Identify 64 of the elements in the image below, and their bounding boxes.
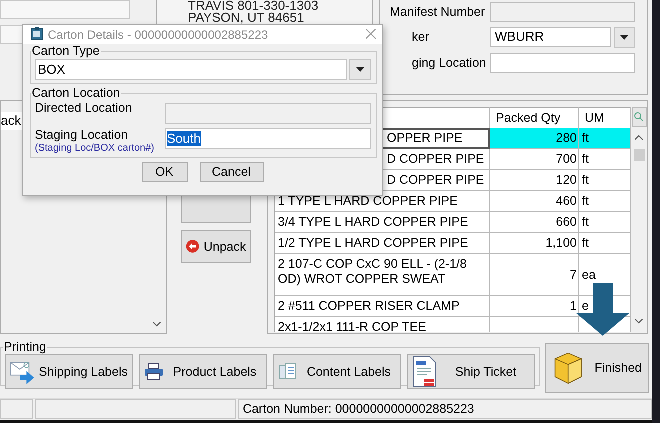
status-segment — [0, 399, 33, 419]
table-cell: 660 — [490, 212, 579, 233]
ok-button[interactable]: OK — [142, 162, 188, 182]
field-hint: (Staging Loc/BOX carton#) — [35, 143, 156, 154]
table-cell: 1 — [490, 296, 579, 317]
down-arrow — [576, 283, 630, 336]
scroll-down-icon[interactable] — [153, 322, 162, 327]
table-cell: ft — [579, 128, 631, 149]
form-icon — [412, 356, 438, 388]
field-label: Staging Location — [35, 128, 130, 143]
printer-icon — [144, 362, 164, 380]
app-icon — [31, 26, 43, 40]
table-cell: ft — [579, 212, 631, 233]
table-cell: 2 #511 COPPER RISER CLAMP — [275, 296, 490, 317]
group-title: Carton Location — [31, 86, 122, 100]
table-cell: 460 — [490, 191, 579, 212]
scroll-up-icon[interactable] — [635, 134, 643, 140]
finished-button[interactable]: Finished — [545, 343, 649, 393]
staging-location-field[interactable] — [490, 53, 635, 73]
table-cell: 700 — [490, 149, 579, 170]
field-value: South — [167, 131, 201, 146]
table-cell: 120 — [490, 170, 579, 191]
scroll-down-icon[interactable] — [635, 318, 643, 324]
field-label: Directed Location — [35, 101, 134, 115]
staging-location-field[interactable]: South — [165, 128, 371, 149]
pack-tab[interactable]: ack — [1, 112, 23, 130]
document-icon — [278, 362, 298, 382]
column-header[interactable]: Packed Qty — [490, 107, 579, 130]
field-label: ker — [411, 29, 430, 46]
table-cell: 1,100 — [490, 233, 579, 254]
group-title: Carton Type — [31, 44, 101, 58]
unpack-button[interactable]: Unpack — [181, 230, 252, 263]
print-button[interactable]: Ship Ticket — [407, 354, 535, 389]
column-header[interactable]: UM — [579, 107, 631, 130]
carton-type-dropdown[interactable]: BOX — [35, 59, 347, 80]
field-label: Manifest Number — [390, 4, 486, 21]
print-button[interactable]: Shipping Labels — [5, 354, 133, 389]
input-field[interactable] — [0, 0, 130, 19]
caret-icon — [356, 67, 364, 72]
table-cell: 3/4 TYPE L HARD COPPER PIPE — [275, 212, 490, 233]
table-cell: 1/2 TYPE L HARD COPPER PIPE — [275, 233, 490, 254]
address-line: TRAVIS 801-330-1303 — [188, 0, 320, 12]
table-cell: 2 107-C COP CxC 90 ELL - (2-1/8 OD) WROT COPPER SWEAT — [275, 254, 490, 296]
dialog-title: Carton Details - 00000000000002885223 — [48, 28, 270, 42]
scroll-thumb[interactable] — [634, 149, 644, 161]
table-cell: ft — [579, 149, 631, 170]
table-cell: 7 — [490, 254, 579, 296]
search-button[interactable] — [632, 107, 646, 127]
caret-icon — [620, 35, 629, 40]
field-label: ging Location — [411, 55, 488, 72]
table-cell: ft — [579, 191, 631, 212]
address-line: PAYSON, UT 84651 — [188, 12, 304, 24]
table-cell: ft — [579, 170, 631, 191]
search-icon — [634, 112, 644, 122]
dropdown-button[interactable] — [614, 27, 635, 48]
carton-number-status: Carton Number: 00000000000002885223 — [238, 399, 652, 419]
print-button[interactable]: Content Labels — [273, 354, 401, 389]
table-cell: 280 — [490, 128, 579, 149]
dropdown-button[interactable] — [349, 59, 371, 80]
group-title: Printing — [3, 340, 48, 354]
table-cell: ft — [579, 233, 631, 254]
picker-dropdown[interactable]: WBURR — [490, 27, 611, 47]
print-button[interactable]: Product Labels — [139, 354, 267, 389]
cancel-button[interactable]: Cancel — [200, 162, 264, 182]
